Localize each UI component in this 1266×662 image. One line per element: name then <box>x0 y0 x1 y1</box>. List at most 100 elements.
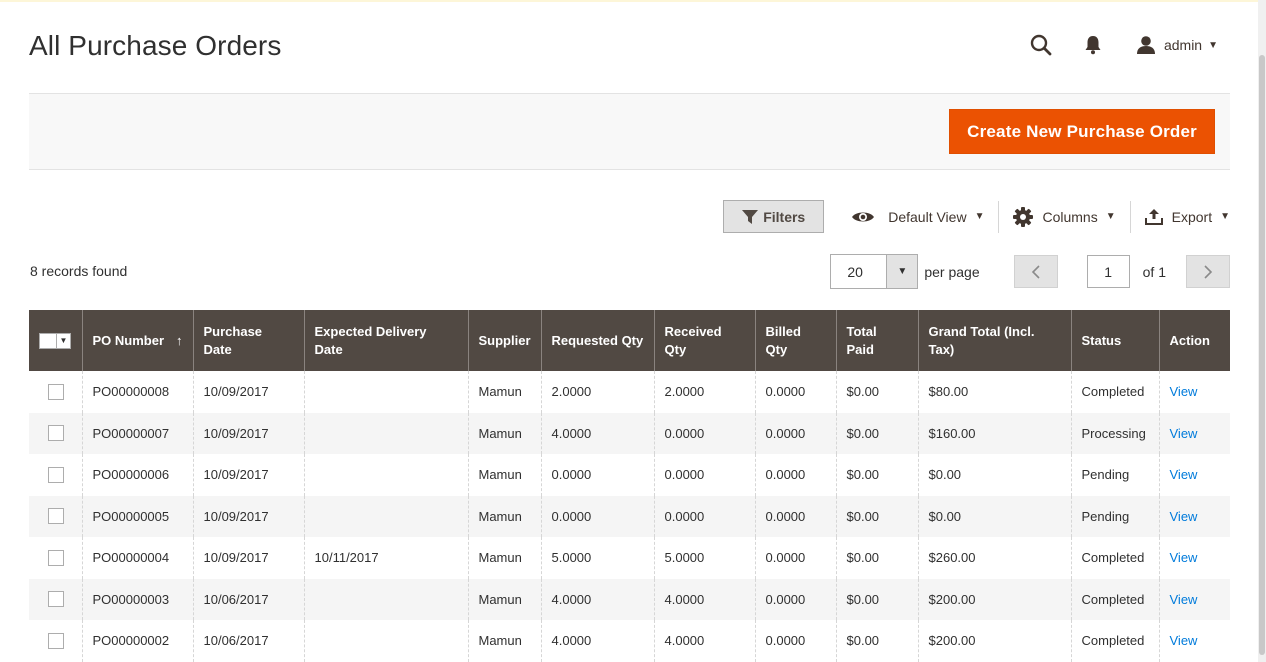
expected-delivery-cell <box>303 495 468 537</box>
table-row[interactable]: PO00000005 10/09/2017 Mamun 0.0000 0.0000 0.0… <box>29 495 1230 537</box>
column-header-billed-qty[interactable]: Billed Qty <box>754 310 836 371</box>
status-cell: Completed <box>1070 537 1159 579</box>
column-header-received-qty[interactable]: Received Qty <box>653 310 755 371</box>
filters-button[interactable]: Filters <box>723 200 825 233</box>
column-header-total-paid[interactable]: Total Paid <box>835 310 918 371</box>
table-row[interactable]: PO00000006 10/09/2017 Mamun 0.0000 0.0000 0.0… <box>29 454 1230 496</box>
grand-total-cell: $160.00 <box>917 412 1071 454</box>
expected-delivery-cell <box>303 578 468 620</box>
next-page-button[interactable] <box>1186 255 1230 288</box>
status-cell: Completed <box>1070 371 1159 413</box>
view-link[interactable]: View <box>1170 426 1198 441</box>
sort-ascending-icon: ↑ <box>176 332 183 348</box>
current-page-input[interactable]: 1 <box>1086 255 1130 288</box>
total-paid-cell: $0.00 <box>835 620 918 662</box>
export-dropdown[interactable]: Export ▼ <box>1144 200 1230 233</box>
billed-qty-cell: 0.0000 <box>754 537 836 579</box>
bell-icon[interactable] <box>1080 32 1106 58</box>
status-cell: Pending <box>1070 495 1159 537</box>
grand-total-cell: $200.00 <box>917 578 1071 620</box>
expected-delivery-cell <box>303 620 468 662</box>
requested-qty-cell: 4.0000 <box>540 412 654 454</box>
received-qty-cell: 0.0000 <box>653 454 755 496</box>
purchase-date-cell: 10/09/2017 <box>192 454 304 496</box>
search-icon[interactable] <box>1028 32 1054 58</box>
po-number-cell: PO00000003 <box>81 578 193 620</box>
filter-icon <box>742 209 759 224</box>
total-paid-cell: $0.00 <box>835 454 918 496</box>
row-checkbox[interactable] <box>48 466 64 483</box>
supplier-cell: Mamun <box>467 537 541 579</box>
row-select-cell <box>29 620 82 662</box>
view-link[interactable]: View <box>1170 550 1198 565</box>
admin-user-menu[interactable]: admin ▼ <box>1136 35 1218 55</box>
page-scrollbar[interactable] <box>1258 0 1266 662</box>
total-paid-cell: $0.00 <box>835 537 918 579</box>
mass-select-dropdown[interactable]: ▼ <box>39 332 71 349</box>
row-checkbox[interactable] <box>48 632 64 649</box>
grand-total-cell: $0.00 <box>917 495 1071 537</box>
total-paid-cell: $0.00 <box>835 412 918 454</box>
column-header-grand-total[interactable]: Grand Total (Incl. Tax) <box>917 310 1071 371</box>
purchase-date-cell: 10/06/2017 <box>192 620 304 662</box>
row-checkbox[interactable] <box>48 508 64 525</box>
row-checkbox[interactable] <box>48 383 64 400</box>
gear-icon <box>1013 206 1034 227</box>
default-view-dropdown[interactable]: Default View ▼ <box>851 200 984 233</box>
action-cell: View <box>1158 578 1230 620</box>
received-qty-cell: 2.0000 <box>653 371 755 413</box>
row-select-cell <box>29 371 82 413</box>
grid-pager: 20 ▼ per page 1 of 1 <box>830 254 1230 289</box>
column-header-purchase-date[interactable]: Purchase Date <box>192 310 304 371</box>
row-checkbox[interactable] <box>48 591 64 608</box>
table-row[interactable]: PO00000007 10/09/2017 Mamun 4.0000 0.0000 0.0… <box>29 412 1230 454</box>
table-row[interactable]: PO00000004 10/09/2017 10/11/2017 Mamun 5.000… <box>29 537 1230 579</box>
expected-delivery-cell <box>303 412 468 454</box>
view-link[interactable]: View <box>1170 592 1198 607</box>
scrollbar-thumb[interactable] <box>1259 55 1265 655</box>
view-link[interactable]: View <box>1170 509 1198 524</box>
column-header-requested-qty[interactable]: Requested Qty <box>540 310 654 371</box>
per-page-select[interactable]: 20 ▼ <box>830 254 919 289</box>
column-header-supplier[interactable]: Supplier <box>467 310 541 371</box>
table-row[interactable]: PO00000002 10/06/2017 Mamun 4.0000 4.0000 0.0… <box>29 620 1230 662</box>
chevron-right-icon <box>1204 264 1213 279</box>
table-row[interactable]: PO00000003 10/06/2017 Mamun 4.0000 4.0000 0.0… <box>29 578 1230 620</box>
expected-delivery-cell: 10/11/2017 <box>303 537 468 579</box>
columns-dropdown[interactable]: Columns ▼ <box>1013 200 1116 233</box>
po-number-cell: PO00000008 <box>81 371 193 413</box>
view-link[interactable]: View <box>1170 467 1198 482</box>
table-row[interactable]: PO00000008 10/09/2017 Mamun 2.0000 2.0000 0.0… <box>29 371 1230 413</box>
grand-total-cell: $80.00 <box>917 371 1071 413</box>
total-paid-cell: $0.00 <box>835 578 918 620</box>
grid-toolbar: Filters Default View ▼ Columns ▼ Export … <box>723 200 1230 233</box>
eye-icon <box>852 212 875 221</box>
column-header-expected-delivery[interactable]: Expected Delivery Date <box>303 310 468 371</box>
chevron-down-icon: ▼ <box>974 211 985 222</box>
view-link[interactable]: View <box>1170 633 1198 648</box>
export-icon <box>1144 208 1163 225</box>
previous-page-button[interactable] <box>1013 255 1058 288</box>
row-checkbox[interactable] <box>48 425 64 442</box>
action-cell: View <box>1158 454 1230 496</box>
create-purchase-order-button[interactable]: Create New Purchase Order <box>949 109 1215 154</box>
column-header-status[interactable]: Status <box>1070 310 1159 371</box>
row-checkbox[interactable] <box>48 549 64 566</box>
columns-label: Columns <box>1042 208 1098 225</box>
requested-qty-cell: 0.0000 <box>540 454 654 496</box>
view-link[interactable]: View <box>1170 384 1198 399</box>
row-select-cell <box>29 412 82 454</box>
chevron-down-icon[interactable]: ▼ <box>886 255 918 288</box>
received-qty-cell: 0.0000 <box>653 495 755 537</box>
supplier-cell: Mamun <box>467 495 541 537</box>
requested-qty-cell: 4.0000 <box>540 578 654 620</box>
mass-select-checkbox[interactable] <box>40 334 56 348</box>
billed-qty-cell: 0.0000 <box>754 371 836 413</box>
chevron-down-icon[interactable]: ▼ <box>56 333 70 348</box>
action-cell: View <box>1158 537 1230 579</box>
column-header-po-number[interactable]: PO Number ↑ <box>81 310 193 371</box>
page-title: All Purchase Orders <box>29 30 282 61</box>
per-page-label: per page <box>924 263 980 280</box>
export-label: Export <box>1171 208 1213 225</box>
po-number-cell: PO00000004 <box>81 537 193 579</box>
